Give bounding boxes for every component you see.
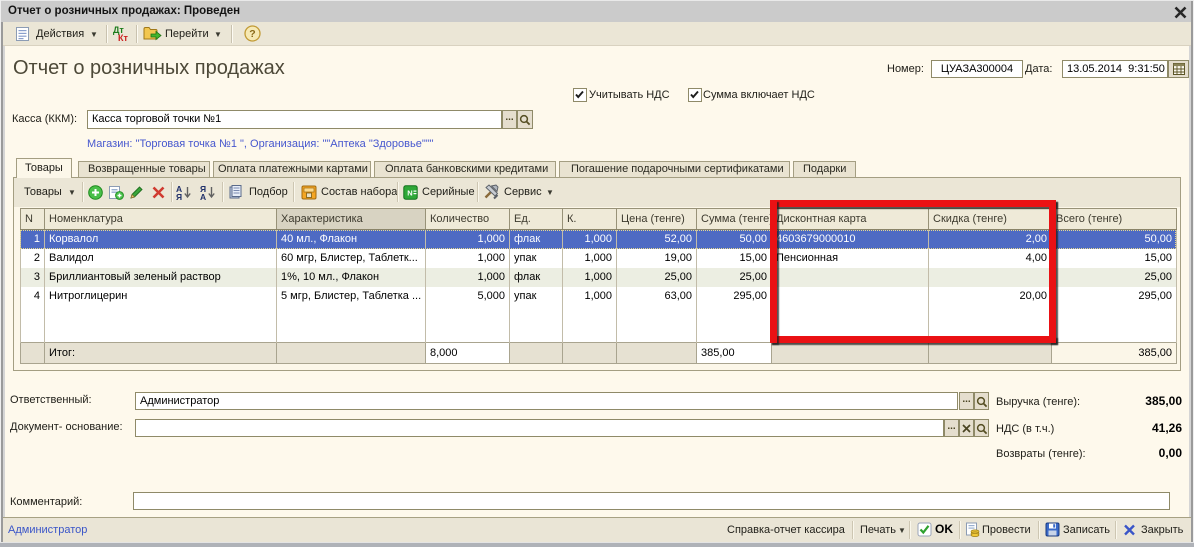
svg-text:N: N [407, 189, 412, 198]
svg-text:?: ? [249, 28, 255, 40]
svg-text:А: А [200, 192, 206, 201]
svg-text:Я: Я [176, 192, 182, 201]
